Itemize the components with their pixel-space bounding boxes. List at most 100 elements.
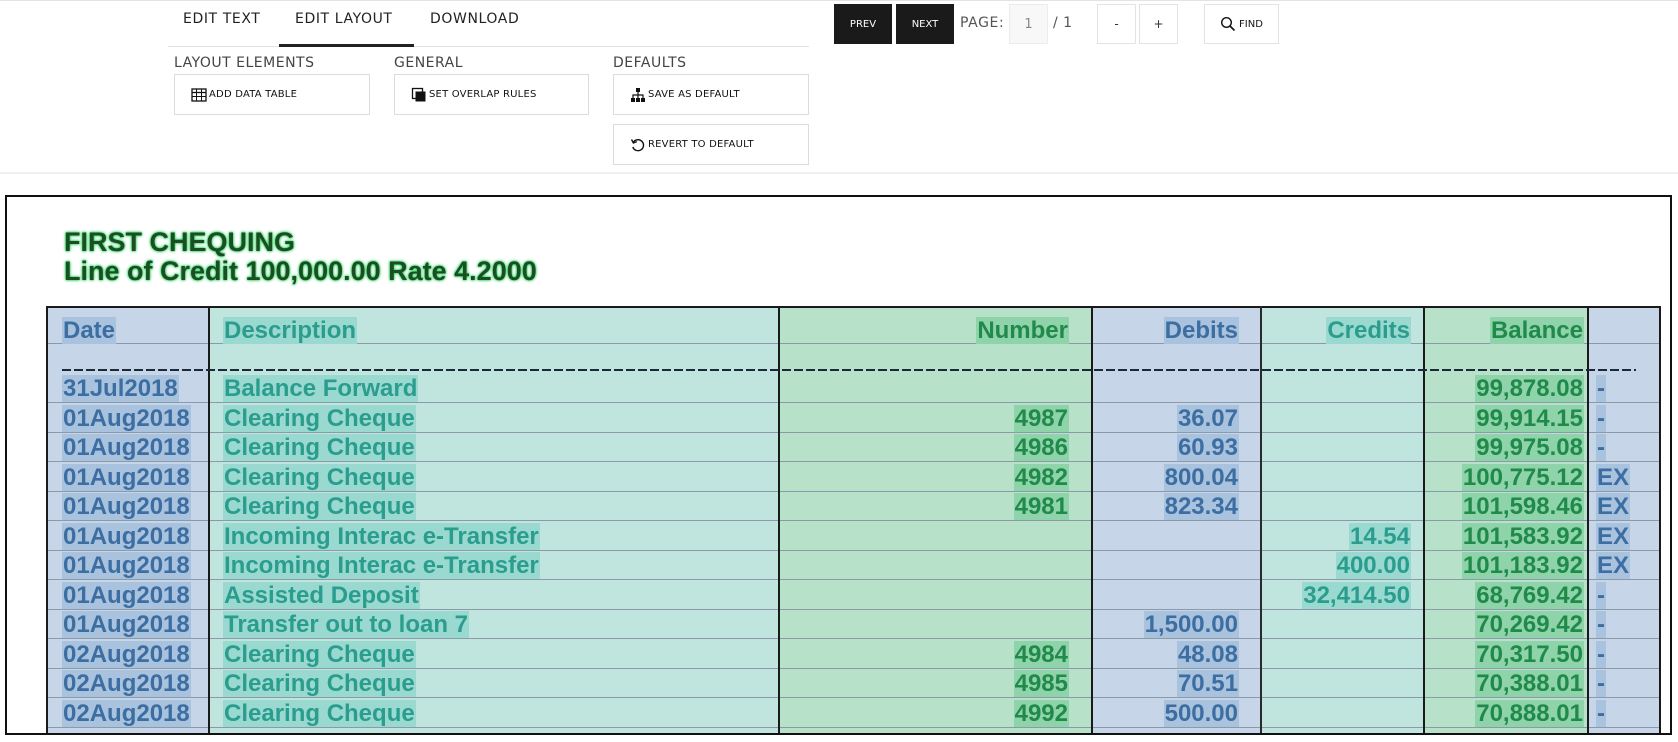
cell-credits: 32,414.50: [1302, 582, 1411, 609]
cell-credits: 14.54: [1348, 523, 1411, 550]
header-balance: Balance: [1489, 317, 1584, 344]
cell-balance: 101,598.46: [1461, 493, 1584, 520]
cell-description: Assisted Deposit: [223, 582, 420, 609]
cell-debits: 60.93: [1176, 434, 1239, 461]
toolbar-tabs: EDIT TEXT EDIT LAYOUT DOWNLOAD: [168, 0, 809, 47]
set-overlap-rules-button[interactable]: SET OVERLAP RULES: [394, 74, 589, 115]
cell-debits: 1,500.00: [1143, 611, 1239, 638]
revert-to-default-button[interactable]: REVERT TO DEFAULT: [613, 124, 809, 165]
cell-balance: 101,183.92: [1461, 552, 1584, 579]
add-data-table-button[interactable]: ADD DATA TABLE: [174, 74, 370, 115]
cell-number: 4986: [1013, 434, 1069, 461]
page-number-input[interactable]: 1: [1009, 4, 1048, 44]
revert-icon: [630, 137, 646, 153]
cell-balance: 70,317.50: [1475, 641, 1584, 668]
document-subtitle[interactable]: Line of Credit 100,000.00 Rate 4.2000: [64, 256, 537, 287]
cell-number: 4981: [1013, 493, 1069, 520]
cell-description: Clearing Cheque: [223, 493, 416, 520]
cell-date: 01Aug2018: [62, 434, 191, 461]
cell-debits: 800.04: [1163, 464, 1239, 491]
cell-flag: EX: [1596, 464, 1631, 491]
toolbar-divider: [0, 172, 1678, 174]
cell-date: 02Aug2018: [62, 670, 191, 697]
find-button[interactable]: FIND: [1204, 4, 1279, 44]
header-debits: Debits: [1163, 317, 1239, 344]
cell-number: 4985: [1013, 670, 1069, 697]
search-icon: [1221, 16, 1236, 32]
cell-balance: 99,975.08: [1475, 434, 1584, 461]
cell-description: Clearing Cheque: [223, 670, 416, 697]
next-button[interactable]: NEXT: [896, 4, 954, 44]
section-title-defaults: DEFAULTS: [613, 55, 687, 71]
cell-description: Clearing Cheque: [223, 434, 416, 461]
cell-flag: -: [1596, 700, 1606, 727]
cell-flag: -: [1596, 582, 1606, 609]
cell-description: Transfer out to loan 7: [223, 611, 470, 638]
cell-date: 01Aug2018: [62, 611, 191, 638]
overlap-icon: [411, 87, 427, 103]
cell-number: 4987: [1013, 405, 1069, 432]
page-label: PAGE:: [960, 15, 1005, 31]
cell-flag: -: [1596, 375, 1606, 402]
revert-to-default-label: REVERT TO DEFAULT: [648, 139, 754, 150]
active-tab-indicator: [279, 44, 414, 47]
cell-debits: 500.00: [1163, 700, 1239, 727]
tab-edit-text[interactable]: EDIT TEXT: [183, 11, 260, 27]
cell-flag: -: [1596, 434, 1606, 461]
set-overlap-rules-label: SET OVERLAP RULES: [429, 89, 537, 100]
cell-flag: EX: [1596, 552, 1631, 579]
cell-flag: EX: [1596, 493, 1631, 520]
cell-description: Incoming Interac e-Transfer: [223, 552, 540, 579]
save-as-default-label: SAVE AS DEFAULT: [648, 89, 740, 100]
cell-debits: 70.51: [1176, 670, 1239, 697]
cell-debits: 823.34: [1163, 493, 1239, 520]
cell-date: 31Jul2018: [62, 375, 179, 402]
cell-date: 01Aug2018: [62, 464, 191, 491]
add-data-table-label: ADD DATA TABLE: [209, 89, 298, 100]
zoom-in-button[interactable]: +: [1139, 4, 1178, 44]
cell-balance: 99,914.15: [1475, 405, 1584, 432]
hierarchy-icon: [630, 87, 646, 103]
cell-date: 01Aug2018: [62, 582, 191, 609]
cell-balance: 70,269.42: [1475, 611, 1584, 638]
cell-description: Incoming Interac e-Transfer: [223, 523, 540, 550]
cell-description: Clearing Cheque: [223, 464, 416, 491]
cell-date: 02Aug2018: [62, 641, 191, 668]
tab-download[interactable]: DOWNLOAD: [430, 11, 519, 27]
header-date: Date: [62, 317, 117, 344]
cell-date: 02Aug2018: [62, 700, 191, 727]
zoom-out-button[interactable]: -: [1097, 4, 1136, 44]
cell-debits: 48.08: [1176, 641, 1239, 668]
cell-number: 4984: [1013, 641, 1069, 668]
dashed-separator: [62, 369, 1636, 371]
save-as-default-button[interactable]: SAVE AS DEFAULT: [613, 74, 809, 115]
cell-description: Clearing Cheque: [223, 405, 416, 432]
column-divider[interactable]: [1659, 306, 1661, 733]
cell-credits: 400.00: [1335, 552, 1411, 579]
prev-button[interactable]: PREV: [834, 4, 892, 44]
cell-balance: 70,388.01: [1475, 670, 1584, 697]
cell-balance: 70,888.01: [1475, 700, 1584, 727]
section-title-layout-elements: LAYOUT ELEMENTS: [174, 55, 315, 71]
document-title[interactable]: FIRST CHEQUING: [64, 227, 295, 258]
tab-edit-layout[interactable]: EDIT LAYOUT: [295, 11, 393, 27]
cell-balance: 99,878.08: [1475, 375, 1584, 402]
column-divider[interactable]: [46, 306, 48, 733]
cell-balance: 101,583.92: [1461, 523, 1584, 550]
cell-date: 01Aug2018: [62, 552, 191, 579]
header-number: Number: [976, 317, 1069, 344]
header-credits: Credits: [1326, 317, 1411, 344]
cell-debits: 36.07: [1176, 405, 1239, 432]
document-page: FIRST CHEQUING Line of Credit 100,000.00…: [5, 195, 1672, 735]
cell-balance: 100,775.12: [1461, 464, 1584, 491]
section-title-general: GENERAL: [394, 55, 464, 71]
find-label: FIND: [1239, 18, 1263, 30]
page-total: / 1: [1053, 15, 1073, 31]
cell-flag: -: [1596, 641, 1606, 668]
layout-region-credits[interactable]: [1261, 307, 1424, 733]
table-top-border: [46, 306, 1660, 308]
cell-date: 01Aug2018: [62, 523, 191, 550]
cell-flag: EX: [1596, 523, 1631, 550]
cell-flag: -: [1596, 670, 1606, 697]
table-icon: [191, 87, 207, 103]
